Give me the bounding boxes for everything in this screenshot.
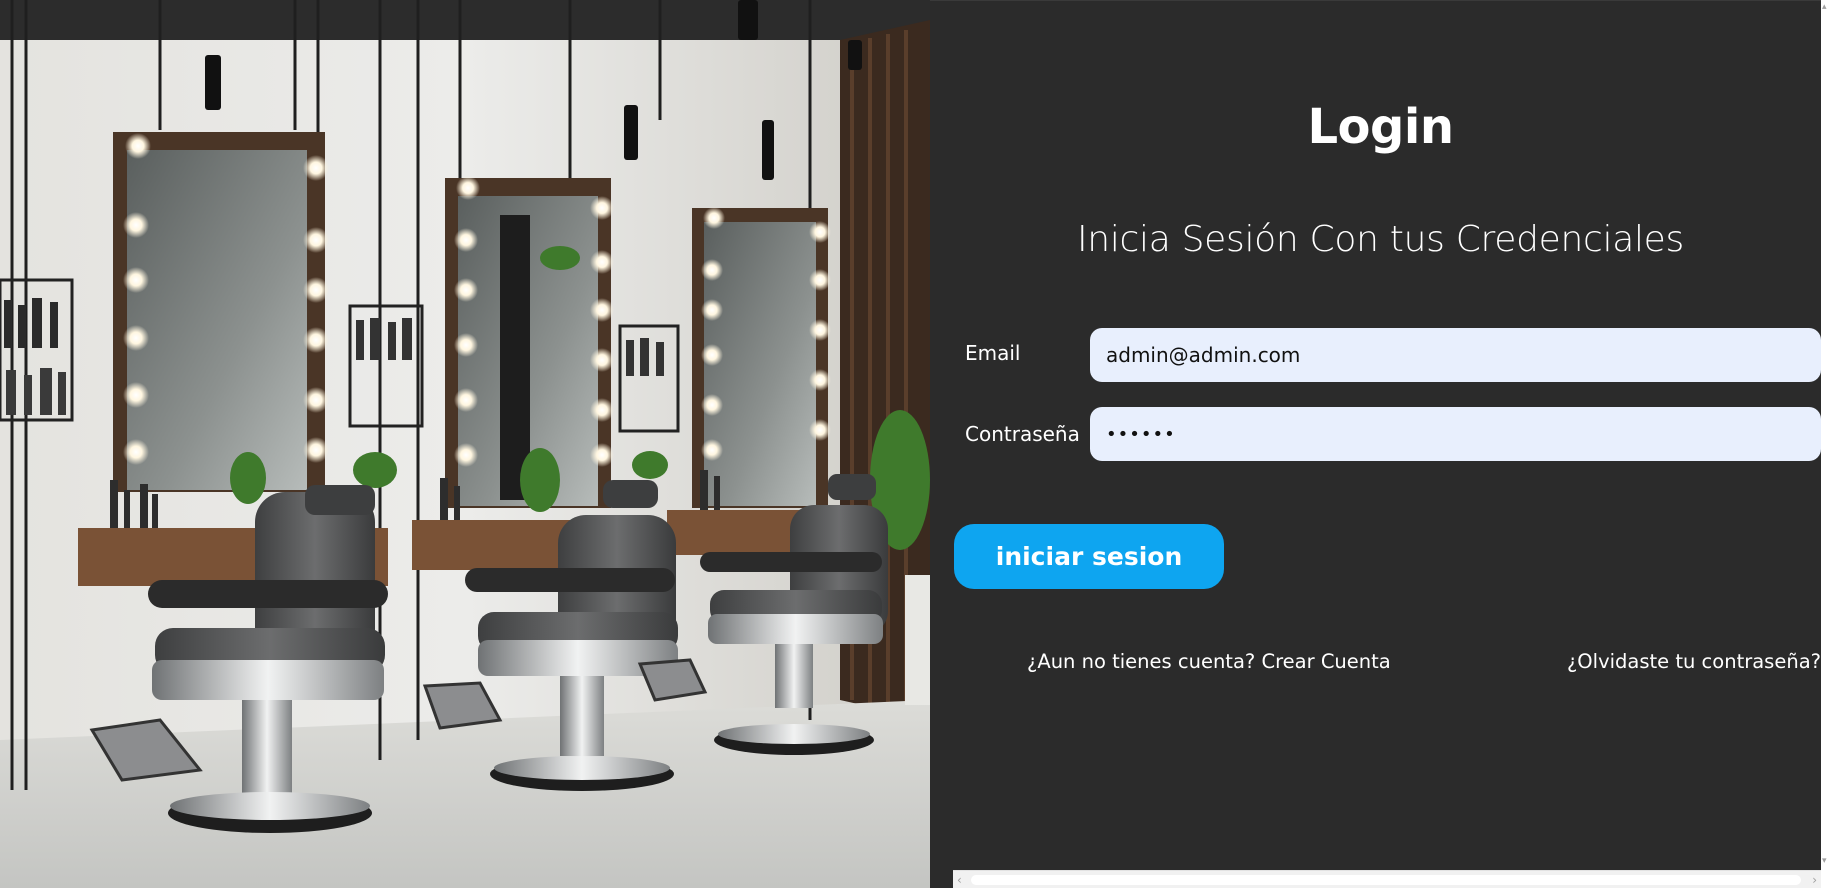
scroll-down-icon[interactable]: ▾ [1822, 856, 1827, 866]
email-field[interactable] [1090, 328, 1821, 382]
scroll-right-icon[interactable]: › [1812, 873, 1817, 887]
hero-image [0, 0, 930, 888]
forgot-password-link[interactable]: ¿Olvidaste tu contraseña? [1567, 650, 1821, 673]
scroll-up-icon[interactable]: ▴ [1822, 2, 1827, 12]
create-account-link[interactable]: ¿Aun no tienes cuenta? Crear Cuenta [1027, 650, 1391, 673]
scrollbar-thumb[interactable] [971, 875, 1801, 885]
page-subtitle: Inicia Sesión Con tus Credenciales [1076, 219, 1684, 260]
barbershop-illustration [0, 0, 930, 888]
login-button[interactable]: iniciar sesion [954, 524, 1224, 589]
password-label: Contraseña [965, 422, 1080, 446]
scroll-left-icon[interactable]: ‹ [957, 873, 962, 887]
password-field[interactable] [1090, 407, 1821, 461]
email-label: Email [965, 341, 1021, 365]
login-panel: Login Inicia Sesión Con tus Credenciales… [930, 0, 1831, 888]
vertical-scrollbar[interactable]: ▴ ▾ [1821, 0, 1831, 888]
horizontal-scrollbar[interactable]: ‹ › [953, 870, 1821, 888]
page-title: Login [1307, 99, 1454, 155]
